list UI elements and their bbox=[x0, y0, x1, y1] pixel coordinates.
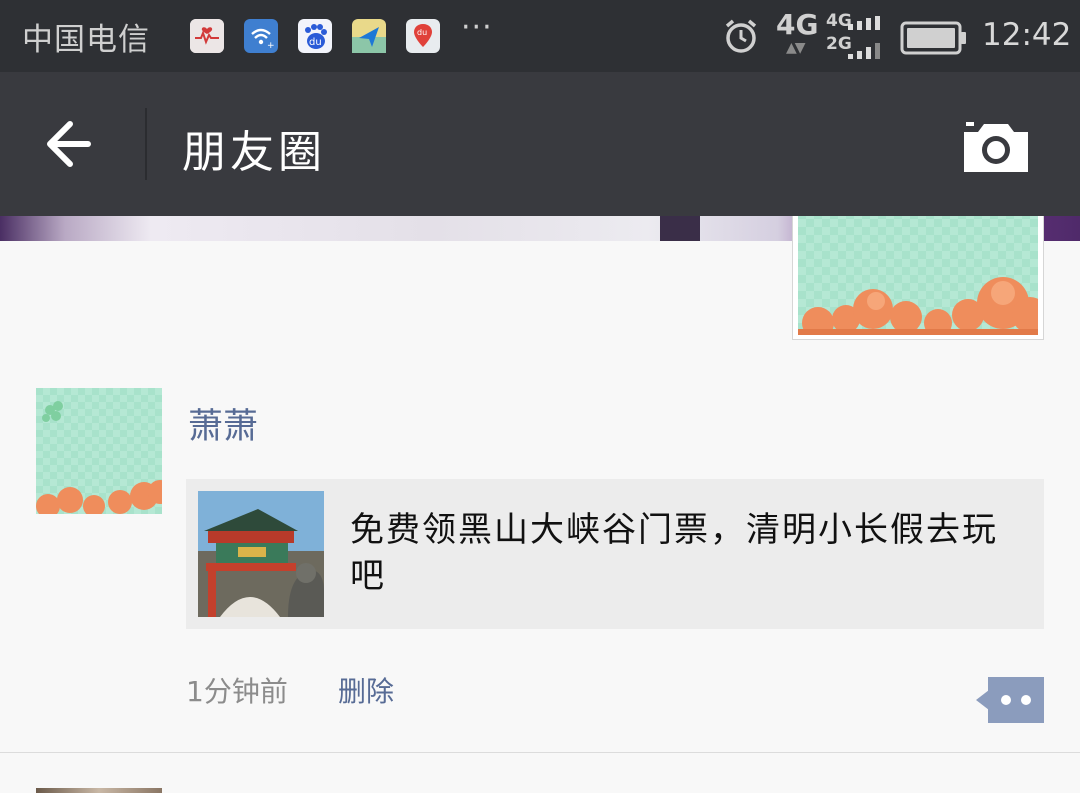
shared-link-card[interactable]: 免费领黑山大峡谷门票，清明小长假去玩吧 bbox=[186, 479, 1044, 629]
arrow-left-icon bbox=[47, 121, 91, 167]
wifi-app-icon: + bbox=[244, 19, 278, 53]
next-post-avatar[interactable] bbox=[36, 788, 162, 793]
camera-icon bbox=[964, 122, 1028, 172]
header-divider bbox=[145, 108, 147, 180]
data-activity-icon: ▲▼ bbox=[786, 40, 805, 56]
page-title: 朋友圈 bbox=[182, 127, 326, 178]
alarm-icon bbox=[722, 17, 760, 59]
more-dots-icon bbox=[976, 677, 1044, 723]
svg-text:du: du bbox=[309, 37, 322, 48]
signal-strength-icon bbox=[848, 16, 886, 64]
post-timestamp: 1分钟前 bbox=[186, 675, 288, 708]
comment-like-button[interactable] bbox=[976, 677, 1044, 723]
maps-app-icon bbox=[352, 19, 386, 53]
post-author-name[interactable]: 萧萧 bbox=[188, 398, 258, 449]
camera-button[interactable] bbox=[960, 116, 1032, 176]
baidu-app-icon: du bbox=[298, 19, 332, 53]
avatar-image bbox=[798, 211, 1038, 335]
back-button[interactable] bbox=[40, 112, 104, 176]
delete-post-link[interactable]: 删除 bbox=[338, 670, 394, 710]
carrier-name: 中国电信 bbox=[22, 22, 150, 58]
svg-text:+: + bbox=[267, 41, 275, 51]
svg-text:du: du bbox=[417, 28, 427, 37]
post-divider bbox=[0, 752, 1080, 753]
shared-link-thumbnail bbox=[198, 491, 324, 617]
health-app-icon bbox=[190, 19, 224, 53]
post-author-avatar[interactable] bbox=[36, 388, 172, 518]
battery-icon bbox=[900, 21, 968, 59]
shared-link-title: 免费领黑山大峡谷门票，清明小长假去玩吧 bbox=[350, 510, 998, 596]
baidu-map-app-icon: du bbox=[406, 19, 440, 53]
status-bar: 中国电信 + du du ··· 4G ▲▼ 4G 2G 12:42 bbox=[0, 0, 1080, 72]
cover-photo-detail bbox=[660, 216, 700, 241]
status-clock: 12:42 bbox=[982, 17, 1072, 53]
my-avatar[interactable] bbox=[792, 210, 1044, 340]
more-notifications-icon: ··· bbox=[461, 10, 493, 45]
author-avatar-image bbox=[36, 388, 172, 518]
network-type-label: 4G bbox=[776, 8, 819, 41]
app-bar: 朋友圈 bbox=[0, 72, 1080, 216]
